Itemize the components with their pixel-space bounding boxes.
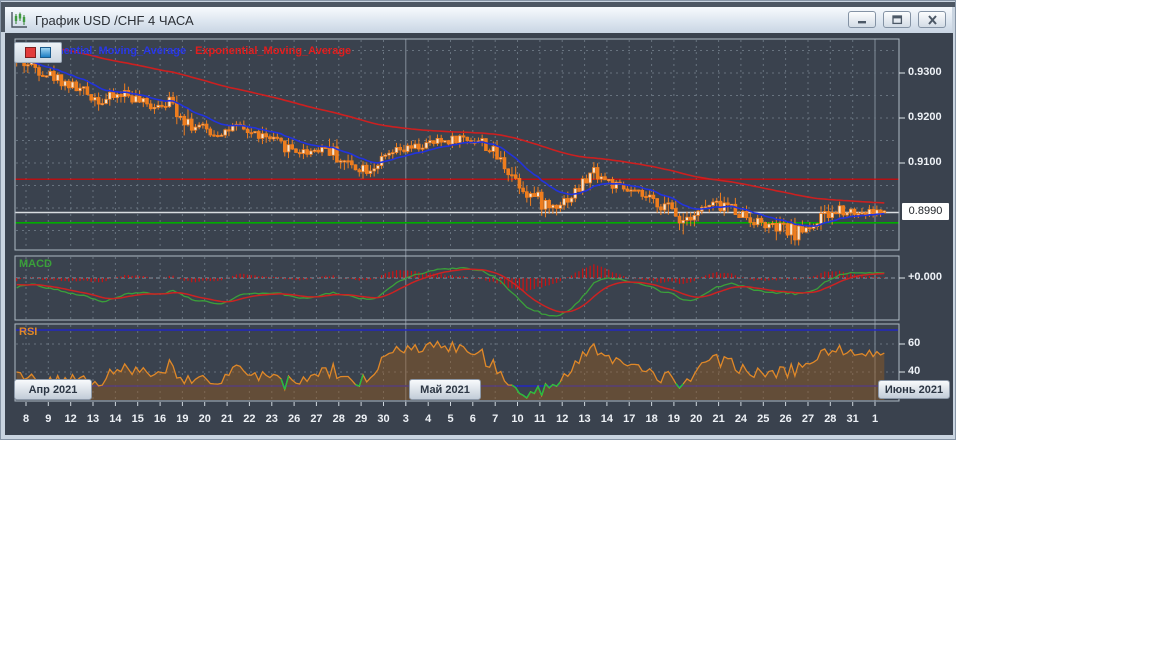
x-axis-date-label: 22 bbox=[243, 413, 256, 425]
x-axis-date-label: 1 bbox=[871, 413, 879, 425]
price-axis-label: 0.9200 bbox=[908, 111, 942, 123]
x-axis-date-label: 17 bbox=[623, 413, 636, 425]
x-axis-date-label: 13 bbox=[86, 413, 100, 425]
x-axis-date-label: 14 bbox=[600, 413, 614, 425]
x-axis-date-label: 20 bbox=[198, 413, 211, 425]
x-axis-date-label: 20 bbox=[690, 413, 703, 425]
x-axis-date-label: 21 bbox=[712, 413, 725, 425]
x-axis-date-label: 12 bbox=[64, 413, 77, 425]
x-axis-date-label: 3 bbox=[402, 413, 409, 425]
x-axis-date-label: 24 bbox=[734, 413, 748, 425]
x-axis-date-label: 16 bbox=[153, 413, 167, 425]
month-label-june: Июнь 2021 bbox=[878, 380, 950, 399]
x-axis-date-label: 19 bbox=[667, 413, 681, 425]
x-axis-date-label: 27 bbox=[310, 413, 323, 425]
legend-ema-slow: Exponential_Moving_Average bbox=[195, 45, 352, 57]
mini-button-blue[interactable] bbox=[40, 47, 51, 58]
x-axis-date-label: 6 bbox=[469, 413, 476, 425]
x-axis-date-label: 29 bbox=[355, 413, 368, 425]
x-axis-date-label: 28 bbox=[332, 413, 345, 425]
month-label-may: Май 2021 bbox=[409, 379, 481, 400]
indicator-mini-buttons bbox=[14, 42, 62, 63]
rsi-axis-label-60: 60 bbox=[908, 337, 921, 349]
current-price-label: 0.8990 bbox=[902, 203, 949, 220]
x-axis-date-label: 4 bbox=[425, 413, 432, 425]
macd-zero-axis-label: +0.000 bbox=[908, 271, 942, 283]
x-axis-date-label: 8 bbox=[22, 413, 30, 425]
chart-canvas[interactable] bbox=[1, 1, 957, 441]
ma-legend: Exponential_Moving_Average Exponential_Mo… bbox=[30, 45, 351, 58]
x-axis-date-label: 14 bbox=[109, 413, 122, 425]
x-axis-date-label: 12 bbox=[556, 413, 569, 425]
desktop: { "window": { "title": "График USD /CHF … bbox=[0, 0, 1152, 648]
x-axis-date-label: 15 bbox=[131, 413, 144, 425]
x-axis-date-label: 18 bbox=[645, 413, 658, 425]
price-axis-label: 0.9300 bbox=[908, 66, 942, 78]
x-axis-date-label: 19 bbox=[176, 413, 189, 425]
mini-button-red[interactable] bbox=[25, 47, 36, 58]
x-axis-date-label: 28 bbox=[824, 413, 837, 425]
rsi-axis-label-40: 40 bbox=[908, 365, 921, 377]
x-axis-date-label: 25 bbox=[757, 413, 770, 425]
x-axis-date-label: 21 bbox=[220, 413, 234, 425]
x-axis-date-label: 30 bbox=[377, 413, 390, 425]
x-axis-date-label: 31 bbox=[846, 413, 859, 425]
price-axis-label: 0.9100 bbox=[908, 156, 942, 168]
rsi-label: RSI bbox=[19, 326, 38, 338]
x-axis-date-label: 9 bbox=[45, 413, 52, 425]
x-axis-date-label: 11 bbox=[534, 413, 546, 425]
x-axis-date-label: 10 bbox=[511, 413, 524, 425]
chart-window: График USD /CHF 4 ЧАСА Exponential_Movin… bbox=[0, 0, 956, 440]
macd-label: MACD bbox=[19, 258, 52, 270]
x-axis-date-label: 5 bbox=[447, 413, 454, 425]
month-label-april: Апр 2021 bbox=[14, 379, 92, 400]
x-axis-date-label: 13 bbox=[578, 413, 591, 425]
x-axis-date-label: 7 bbox=[492, 413, 499, 425]
x-axis-date-label: 26 bbox=[779, 413, 792, 425]
x-axis-date-label: 27 bbox=[801, 413, 815, 425]
x-axis-date-label: 26 bbox=[287, 413, 301, 425]
x-axis-date-label: 23 bbox=[265, 413, 278, 425]
